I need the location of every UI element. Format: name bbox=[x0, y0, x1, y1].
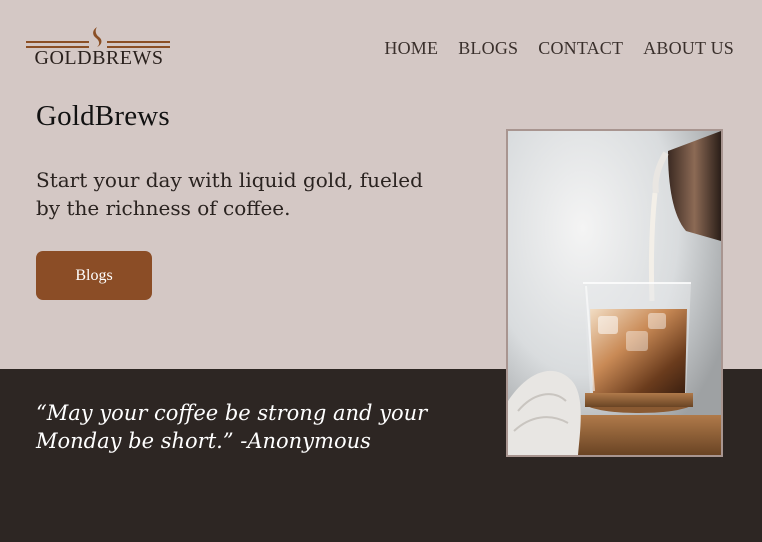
logo-text: GOLDBREWS bbox=[34, 47, 164, 69]
logo[interactable]: GOLDBREWS bbox=[26, 26, 172, 70]
coffee-bean-icon bbox=[93, 27, 102, 47]
nav-about-us[interactable]: ABOUT US bbox=[643, 38, 734, 59]
hero-tagline: Start your day with liquid gold, fueled … bbox=[36, 168, 423, 220]
nav-contact[interactable]: CONTACT bbox=[538, 38, 623, 59]
page-title: GoldBrews bbox=[36, 100, 170, 132]
blogs-button[interactable]: Blogs bbox=[36, 251, 152, 300]
quote-text: “May your coffee be strong and your Mond… bbox=[36, 401, 428, 453]
iced-coffee-image bbox=[508, 131, 721, 455]
hero-photo bbox=[506, 129, 723, 457]
main-nav: HOME BLOGS CONTACT ABOUT US bbox=[384, 38, 734, 59]
nav-blogs[interactable]: BLOGS bbox=[458, 38, 518, 59]
nav-home[interactable]: HOME bbox=[384, 38, 438, 59]
